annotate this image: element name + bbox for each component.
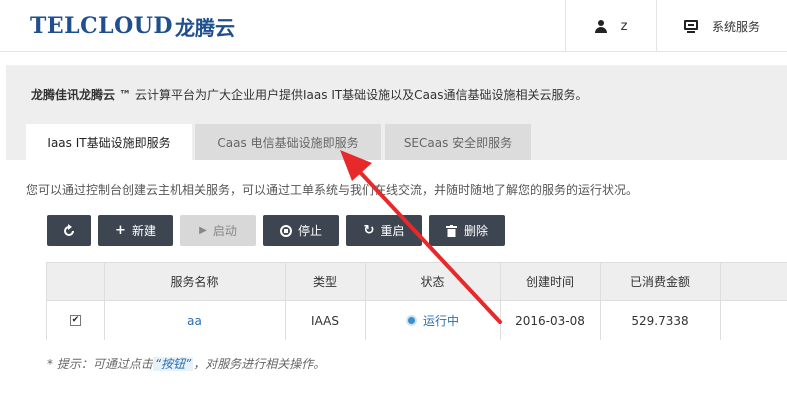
tab-caas[interactable]: Caas 电信基础设施即服务 [195,124,381,160]
row-name-cell: aa [104,301,285,340]
restart-button[interactable]: ↻ 重启 [346,215,422,246]
system-services-menu[interactable]: 系统服务 [657,0,787,52]
services-table: 服务名称 类型 状态 创建时间 已消费金额 ✔ aa IAAS 运行中 2016… [46,262,787,340]
system-services-label: 系统服务 [711,19,760,34]
table-header: 服务名称 类型 状态 创建时间 已消费金额 [47,263,787,301]
intro-body: 云计算平台为广大企业用户提供Iaas IT基础设施以及Caas通信基础设施相关云… [131,88,588,102]
tip-prefix: * 提示：可通过点击 [47,357,153,371]
refresh-button[interactable] [47,215,91,246]
status-text: 运行中 [422,314,459,328]
row-status-cell: 运行中 [365,301,500,340]
row-created: 2016-03-08 [515,313,585,328]
monitor-icon [683,19,698,33]
intro-brand: 龙腾佳讯龙腾云 ™ [31,88,132,102]
status-running-icon [405,315,417,326]
row-type: IAAS [311,313,339,328]
restart-button-label: 重启 [380,224,405,238]
restart-icon: ↻ [363,223,375,238]
row-select-cell: ✔ [47,301,104,340]
table-row[interactable]: ✔ aa IAAS 运行中 2016-03-08 529.7338 [47,301,787,340]
user-menu[interactable]: z [566,0,656,52]
plus-icon: + [115,223,126,238]
tab-secaas[interactable]: SECaas 安全即服务 [385,124,531,160]
column-divider [720,301,721,340]
tab-iaas[interactable]: Iaas IT基础设施即服务 [26,124,192,160]
tip-text: * 提示：可通过点击 “按钮” ，对服务进行相关操作。 [47,355,325,372]
new-button[interactable]: + 新建 [98,215,173,246]
tip-suffix: ，对服务进行相关操作。 [193,357,326,371]
telcloud-logo[interactable]: TELCLOUD 龙腾云 [30,12,235,40]
new-button-label: 新建 [131,224,156,238]
top-header: TELCLOUD 龙腾云 z 系统服务 [0,0,787,52]
row-checkbox[interactable]: ✔ [70,315,81,326]
header-spent: 已消费金额 [629,275,690,289]
stop-button-label: 停止 [297,224,322,238]
header-status: 状态 [420,275,445,289]
service-name-link[interactable]: aa [187,314,202,328]
stop-icon [279,224,292,237]
refresh-icon [64,223,74,236]
header-name: 服务名称 [170,275,219,289]
delete-button-label: 删除 [463,224,488,238]
logo-text-cn: 龙腾云 [175,15,236,40]
header-created: 创建时间 [525,275,574,289]
user-name: z [620,18,628,34]
logo-text-en: TELCLOUD [30,13,174,39]
tip-highlight: “按钮” [152,357,194,371]
trash-icon [445,224,457,237]
play-icon: ▶ [199,225,207,236]
header-select [47,263,104,300]
stop-button[interactable]: 停止 [263,215,339,246]
header-type: 类型 [312,275,337,289]
delete-button[interactable]: 删除 [429,215,505,246]
intro-text: 龙腾佳讯龙腾云 ™ 云计算平台为广大企业用户提供Iaas IT基础设施以及Caa… [31,86,588,103]
column-divider [720,263,721,300]
start-button[interactable]: ▶ 启动 [180,215,256,246]
tab-description: 您可以通过控制台创建云主机相关服务，可以通过工单系统与我们在线交流，并随时随地了… [26,183,639,197]
row-spent: 529.7338 [631,313,689,328]
user-icon [594,19,607,33]
start-button-label: 启动 [212,224,237,238]
